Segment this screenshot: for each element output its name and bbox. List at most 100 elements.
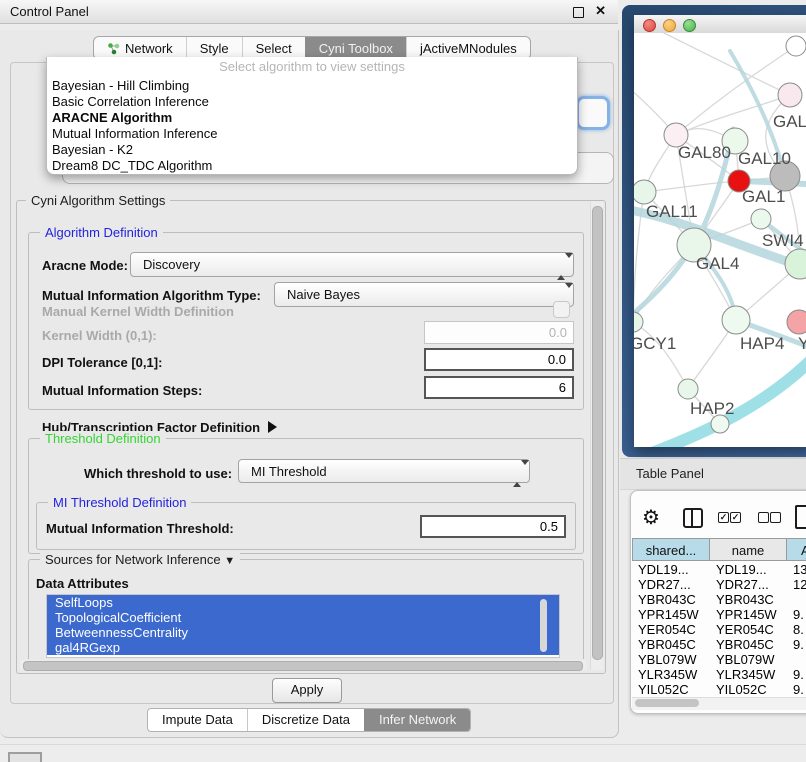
table-cell: YLR345W [710, 667, 787, 682]
settings-vertical-scrollbar-thumb[interactable] [592, 206, 603, 660]
tab-label: Select [256, 41, 292, 56]
table-row[interactable]: YIL052CYIL052C9. [632, 682, 806, 697]
minimized-panel-icon[interactable] [8, 752, 42, 762]
mi-threshold-field[interactable]: 0.5 [420, 515, 566, 538]
node-swi4[interactable] [751, 209, 771, 229]
table-cell: YPR145W [710, 607, 787, 622]
table-cell: YBR043C [632, 592, 710, 607]
manual-kernel-label: Manual Kernel Width Definition [42, 304, 234, 319]
table-row[interactable]: YLR345WYLR345W9. [632, 667, 806, 682]
combo-arrows-icon [513, 465, 523, 483]
node-label-gal4: GAL4 [696, 254, 739, 273]
control-panel-title: Control Panel [10, 4, 89, 19]
zoom-window-button[interactable] [683, 19, 696, 32]
node-top-partial[interactable] [786, 36, 806, 56]
node-label-hap4: HAP4 [740, 334, 784, 353]
close-icon[interactable]: ✕ [595, 3, 606, 19]
algorithm-option-bayesian-hill-climbing[interactable]: Bayesian - Hill Climbing [52, 78, 572, 94]
tab-impute-data[interactable]: Impute Data [148, 709, 247, 731]
table-cell: YBR045C [632, 637, 710, 652]
cyni-algorithm-settings-title: Cyni Algorithm Settings [26, 193, 170, 208]
tab-label: jActiveMNodules [420, 41, 517, 56]
tab-cyni-toolbox[interactable]: Cyni Toolbox [305, 37, 406, 59]
tab-infer-network[interactable]: Infer Network [364, 709, 470, 731]
sources-group-toggle[interactable]: Sources for Network Inference ▼ [40, 552, 240, 567]
attribute-list-scrollbar-thumb[interactable] [540, 599, 547, 652]
node-gcy1[interactable] [634, 312, 643, 332]
attribute-item-gal4rgexp[interactable]: gal4RGexp [47, 640, 559, 655]
mi-type-combo[interactable]: Naive Bayes [274, 282, 574, 307]
focused-toolbar-button[interactable] [576, 96, 610, 130]
table-row[interactable]: YBR045CYBR045C9. [632, 637, 806, 652]
dpi-tolerance-field[interactable]: 0.0 [424, 348, 574, 371]
node-salmon[interactable] [787, 310, 806, 334]
algorithm-option-bayesian-k2[interactable]: Bayesian - K2 [52, 142, 572, 158]
which-threshold-label: Which threshold to use: [84, 466, 232, 481]
tab-jactivemnodules[interactable]: jActiveMNodules [406, 37, 530, 59]
table-row[interactable]: YPR145WYPR145W9. [632, 607, 806, 622]
mi-threshold-group-title: MI Threshold Definition [48, 495, 191, 510]
tab-label: Network [125, 41, 173, 56]
column-header-a[interactable]: A [787, 538, 806, 561]
algorithm-dropdown-popup: Select algorithm to view settings Bayesi… [46, 57, 578, 175]
node-label-y: Y [798, 334, 806, 353]
table-cell: YDR27... [632, 577, 710, 592]
table-row[interactable]: YER054CYER054C8. [632, 622, 806, 637]
algorithm-option-aracne-algorithm[interactable]: ARACNE Algorithm [52, 110, 572, 126]
data-attributes-label: Data Attributes [36, 576, 129, 591]
select-all-checkbox-icon[interactable]: ✓ [718, 512, 729, 523]
apply-button[interactable]: Apply [272, 678, 342, 703]
tab-network[interactable]: Network [94, 37, 186, 59]
tab-style[interactable]: Style [186, 37, 242, 59]
table-row[interactable]: YBR043CYBR043C [632, 592, 806, 607]
table-cell: YDL19... [710, 562, 787, 577]
attribute-item-betweennesscentrality[interactable]: BetweennessCentrality [47, 625, 559, 640]
gear-icon[interactable]: ⚙ [642, 505, 660, 530]
column-header-shared[interactable]: shared... [632, 538, 710, 561]
table-panel-title: Table Panel [636, 466, 704, 481]
node-gal-pink[interactable] [778, 83, 802, 107]
status-strip [0, 744, 806, 762]
deselect-all-checkbox-icon[interactable] [758, 512, 769, 523]
tab-select[interactable]: Select [242, 37, 305, 59]
tab-discretize-data[interactable]: Discretize Data [247, 709, 364, 731]
algorithm-option-dream8-dc-tdc-algorithm[interactable]: Dream8 DC_TDC Algorithm [52, 158, 572, 174]
float-window-icon[interactable] [573, 7, 584, 18]
manual-kernel-checkbox[interactable] [553, 301, 570, 318]
data-attributes-list[interactable]: SelfLoopsTopologicalCoefficientBetweenne… [46, 594, 560, 658]
close-window-button[interactable] [643, 19, 656, 32]
settings-horizontal-scrollbar-thumb[interactable] [23, 661, 583, 671]
aracne-mode-combo[interactable]: Discovery [130, 252, 574, 277]
column-header-name[interactable]: name [710, 538, 787, 561]
mi-steps-field[interactable]: 6 [424, 376, 574, 399]
tab-label: Style [200, 41, 229, 56]
table-cell: YPR145W [632, 607, 710, 622]
table-cell: 9. [787, 607, 806, 622]
node-hap2[interactable] [678, 379, 698, 399]
threshold-definition-title: Threshold Definition [40, 431, 166, 446]
table-cell [787, 652, 806, 667]
mi-threshold-label: Mutual Information Threshold: [46, 521, 234, 536]
network-canvas[interactable]: GALGAL80GAL10GAL1GAL11SWI4GAL4GCY1HAP4YH… [634, 33, 806, 447]
columns-icon[interactable] [683, 508, 703, 528]
node-gal11[interactable] [634, 180, 656, 204]
dpi-tolerance-label: DPI Tolerance [0,1]: [42, 355, 162, 370]
control-panel-titlebar: Control Panel ✕ [0, 0, 618, 24]
table-horizontal-scrollbar-thumb[interactable] [635, 699, 699, 707]
table-cell: YDL19... [632, 562, 710, 577]
algorithm-option-basic-correlation-inference[interactable]: Basic Correlation Inference [52, 94, 572, 110]
table-row[interactable]: YDR27...YDR27...12 [632, 577, 806, 592]
table-row[interactable]: YBL079WYBL079W [632, 652, 806, 667]
algorithm-definition-title: Algorithm Definition [40, 225, 163, 240]
kernel-width-field[interactable]: 0.0 [424, 321, 574, 344]
table-function-icon[interactable] [795, 505, 806, 529]
expand-arrow-icon [268, 421, 277, 433]
network-view-window: GALGAL80GAL10GAL1GAL11SWI4GAL4GCY1HAP4YH… [634, 15, 806, 447]
which-threshold-combo[interactable]: MI Threshold [238, 459, 530, 483]
attribute-item-selfloops[interactable]: SelfLoops [47, 595, 559, 610]
minimize-window-button[interactable] [663, 19, 676, 32]
algorithm-option-mutual-information-inference[interactable]: Mutual Information Inference [52, 126, 572, 142]
table-row[interactable]: YDL19...YDL19...13 [632, 562, 806, 577]
attribute-item-topologicalcoefficient[interactable]: TopologicalCoefficient [47, 610, 559, 625]
node-hap4[interactable] [722, 306, 750, 334]
